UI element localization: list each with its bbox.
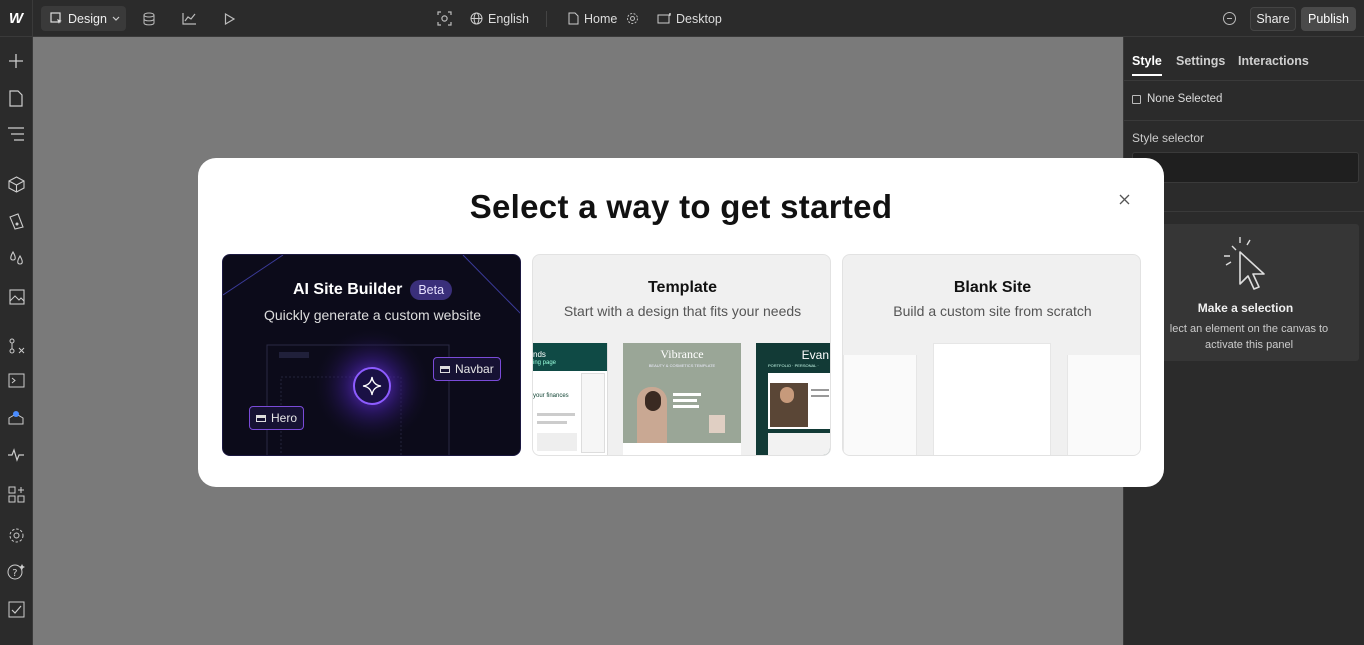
element-box-icon bbox=[1132, 94, 1141, 104]
logo-text: W bbox=[8, 10, 24, 27]
selection-indicator: None Selected bbox=[1132, 93, 1222, 105]
blank-site-card[interactable]: Blank Site Build a custom site from scra… bbox=[842, 254, 1141, 456]
svg-text:?: ? bbox=[12, 568, 17, 579]
close-button[interactable] bbox=[1114, 189, 1134, 209]
apps-cloud-icon[interactable] bbox=[6, 407, 26, 427]
desktop-icon bbox=[657, 12, 672, 25]
left-sidebar: ? bbox=[0, 37, 33, 645]
preview-heading: Evan bbox=[801, 348, 829, 362]
panel-tabs: Style Settings Interactions bbox=[1124, 37, 1364, 81]
pages-icon[interactable] bbox=[6, 88, 26, 108]
tasks-checkbox-icon[interactable] bbox=[6, 599, 26, 619]
blank-page-left-preview bbox=[843, 355, 917, 455]
preview-heading: nds bbox=[533, 350, 546, 359]
divider bbox=[546, 11, 547, 27]
design-mode-dropdown[interactable]: Design bbox=[41, 6, 126, 31]
preview-line: your finances bbox=[533, 393, 569, 399]
navbar-icon bbox=[440, 365, 450, 373]
blank-card-subtitle: Build a custom site from scratch bbox=[893, 303, 1092, 319]
logic-flow-icon[interactable] bbox=[6, 335, 26, 355]
publish-label: Publish bbox=[1308, 12, 1349, 26]
chevron-down-icon bbox=[112, 16, 120, 22]
apps-grid-icon[interactable] bbox=[6, 484, 26, 504]
style-selector-label: Style selector bbox=[1132, 131, 1205, 145]
variables-drops-icon[interactable] bbox=[6, 248, 26, 268]
page-settings-gear-icon[interactable] bbox=[626, 0, 640, 37]
ai-card-subtitle: Quickly generate a custom website bbox=[263, 307, 482, 323]
navigator-icon[interactable] bbox=[6, 124, 26, 144]
blank-card-title: Blank Site bbox=[953, 279, 1032, 296]
tab-interactions[interactable]: Interactions bbox=[1238, 54, 1309, 68]
breakpoint-selector[interactable]: Desktop bbox=[657, 0, 722, 37]
modal-title: Select a way to get started bbox=[469, 188, 893, 225]
top-toolbar: W Design English Home Desktop Share Publ… bbox=[0, 0, 1364, 37]
cursor-box-icon bbox=[50, 12, 63, 25]
ai-card-title: AI Site Builder bbox=[292, 281, 403, 298]
divider bbox=[1124, 120, 1364, 121]
get-started-modal: Select a way to get started AI Site Buil bbox=[198, 158, 1164, 487]
code-terminal-icon[interactable] bbox=[6, 370, 26, 390]
blank-page-right-preview bbox=[1067, 355, 1140, 455]
audits-pulse-icon[interactable] bbox=[6, 445, 26, 465]
tab-style[interactable]: Style bbox=[1132, 54, 1162, 76]
preview-subheading: BEAUTY & COSMETICS TEMPLATE bbox=[648, 363, 716, 368]
components-cube-icon[interactable] bbox=[6, 174, 26, 194]
hero-chip: Hero bbox=[249, 406, 305, 430]
blank-page-center-preview bbox=[933, 343, 1051, 455]
share-label: Share bbox=[1256, 12, 1290, 26]
empty-state-title: Make a selection bbox=[1197, 301, 1294, 315]
focus-icon[interactable] bbox=[437, 0, 453, 37]
tab-settings[interactable]: Settings bbox=[1176, 54, 1225, 68]
template-preview-finance: nds ing page your finances bbox=[533, 343, 608, 455]
navbar-chip-label: Navbar bbox=[455, 362, 494, 376]
style-guide-icon[interactable] bbox=[6, 211, 26, 231]
share-button[interactable]: Share bbox=[1250, 7, 1296, 31]
language-label: English bbox=[488, 11, 529, 26]
publish-button[interactable]: Publish bbox=[1301, 7, 1356, 31]
template-card-subtitle: Start with a design that fits your needs bbox=[563, 303, 802, 319]
template-card[interactable]: Template Start with a design that fits y… bbox=[532, 254, 831, 456]
preview-heading: Vibrance bbox=[660, 347, 704, 361]
preview-subheading: PORTFOLIO · PERSONAL · bbox=[768, 363, 819, 368]
preview-subheading: ing page bbox=[533, 360, 557, 366]
assets-image-icon[interactable] bbox=[6, 286, 26, 306]
help-icon[interactable]: ? bbox=[6, 561, 26, 581]
analytics-icon[interactable] bbox=[182, 0, 198, 37]
comments-icon[interactable] bbox=[1222, 0, 1238, 37]
globe-icon bbox=[470, 12, 483, 25]
beta-badge: Beta bbox=[410, 280, 453, 300]
language-selector[interactable]: English bbox=[470, 0, 529, 37]
cursor-click-icon bbox=[1220, 234, 1276, 297]
cms-icon[interactable] bbox=[143, 0, 157, 37]
selection-label: None Selected bbox=[1147, 93, 1223, 105]
webflow-logo[interactable]: W bbox=[0, 0, 33, 37]
hero-icon bbox=[256, 414, 266, 422]
empty-state: Make a selection lect an element on the … bbox=[1132, 224, 1359, 361]
breakpoint-label: Desktop bbox=[676, 11, 722, 26]
page-label: Home bbox=[584, 11, 618, 26]
template-preview-vibrance: Vibrance BEAUTY & COSMETICS TEMPLATE bbox=[623, 343, 741, 455]
page-selector[interactable]: Home bbox=[568, 0, 617, 37]
ai-site-builder-card[interactable]: AI Site Builder Beta Quickly generate a … bbox=[222, 254, 521, 456]
page-icon bbox=[568, 12, 579, 25]
style-selector-input[interactable]: e bbox=[1132, 152, 1359, 183]
design-mode-label: Design bbox=[68, 11, 107, 26]
settings-gear-icon[interactable] bbox=[6, 525, 26, 545]
empty-state-description: lect an element on the canvas to activat… bbox=[1169, 323, 1329, 351]
template-preview-evan: Evan PORTFOLIO · PERSONAL · bbox=[756, 343, 830, 455]
ai-card-title-row: AI Site Builder Beta bbox=[223, 280, 520, 300]
close-icon bbox=[1119, 194, 1130, 205]
hero-chip-label: Hero bbox=[271, 411, 298, 425]
navbar-chip: Navbar bbox=[433, 357, 501, 381]
add-elements-icon[interactable] bbox=[6, 51, 26, 71]
template-card-title: Template bbox=[647, 279, 718, 296]
preview-play-icon[interactable] bbox=[224, 0, 238, 37]
